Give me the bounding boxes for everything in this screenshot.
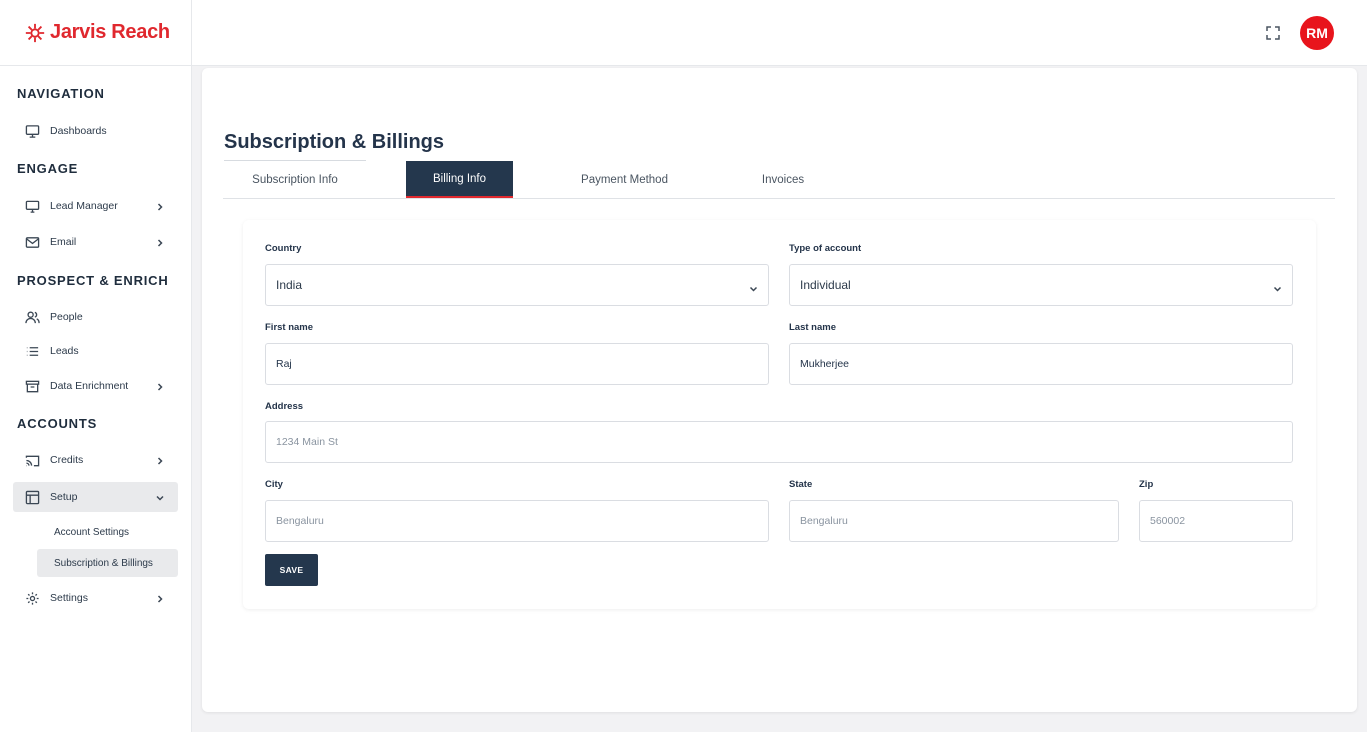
monitor-icon	[24, 123, 40, 139]
brand-name[interactable]: Jarvis Reach	[50, 21, 170, 44]
last-name-value: Mukherjee	[800, 358, 850, 370]
archive-icon	[24, 378, 40, 394]
users-icon	[24, 309, 40, 325]
sidebar-item-setup[interactable]: Setup	[13, 482, 178, 512]
first-name-value: Raj	[276, 358, 292, 370]
country-value: India	[276, 278, 303, 292]
first-name-field[interactable]: Raj	[265, 343, 769, 385]
topbar: RM	[192, 0, 1367, 66]
city-field[interactable]: Bengaluru	[265, 500, 769, 542]
sidebar-item-label: Leads	[50, 345, 79, 357]
state-label: State	[789, 479, 813, 490]
chevron-right-icon	[156, 594, 164, 603]
address-placeholder: 1234 Main St	[276, 436, 338, 448]
state-placeholder: Bengaluru	[800, 515, 848, 527]
sidebar-item-data-enrichment[interactable]: Data Enrichment	[13, 371, 178, 401]
section-title-engage: ENGAGE	[17, 161, 79, 176]
account-type-value: Individual	[800, 278, 851, 292]
sidebar-item-dashboards[interactable]: Dashboards	[13, 116, 178, 146]
section-title-navigation: NAVIGATION	[17, 86, 105, 101]
sidebar-subitem-account-settings[interactable]: Account Settings	[37, 518, 178, 546]
page-title: Subscription & Billings	[224, 131, 445, 153]
last-name-label: Last name	[789, 322, 836, 333]
sidebar-item-label: Credits	[50, 454, 84, 466]
section-title-prospect-enrich: PROSPECT & ENRICH	[17, 273, 169, 288]
account-type-label: Type of account	[789, 243, 862, 254]
first-name-label: First name	[265, 322, 314, 333]
brand-header: Jarvis Reach	[0, 0, 191, 66]
chevron-right-icon	[156, 238, 164, 247]
sidebar-item-label: Data Enrichment	[50, 380, 129, 392]
main-content: Subscription & Billings Subscription Inf…	[202, 68, 1357, 712]
account-type-select[interactable]: Individual	[789, 264, 1293, 306]
country-label: Country	[265, 243, 302, 254]
tab-payment-method[interactable]: Payment Method	[562, 161, 687, 198]
zip-field[interactable]: 560002	[1139, 500, 1293, 542]
chevron-down-icon	[1273, 281, 1282, 292]
sidebar-item-leads[interactable]: Leads	[13, 336, 178, 366]
sidebar-item-lead-manager[interactable]: Lead Manager	[13, 191, 178, 221]
zip-placeholder: 560002	[1150, 515, 1186, 527]
state-field[interactable]: Bengaluru	[789, 500, 1119, 542]
address-label: Address	[265, 401, 304, 412]
city-placeholder: Bengaluru	[276, 515, 324, 527]
city-label: City	[265, 479, 283, 490]
fullscreen-icon[interactable]	[1265, 25, 1281, 41]
gear-icon	[24, 590, 40, 606]
sidebar: Jarvis Reach NAVIGATION Dashboards ENGAG…	[0, 0, 192, 732]
chevron-right-icon	[156, 382, 164, 391]
tab-invoices[interactable]: Invoices	[742, 161, 824, 198]
tabs-divider	[223, 198, 1335, 199]
section-title-accounts: ACCOUNTS	[17, 416, 98, 431]
layout-icon	[24, 489, 40, 505]
chevron-right-icon	[156, 202, 164, 211]
sidebar-item-label: Setup	[50, 491, 78, 503]
sidebar-item-label: People	[50, 311, 83, 323]
chevron-right-icon	[156, 456, 164, 465]
cast-icon	[24, 452, 40, 468]
country-select[interactable]: India	[265, 264, 769, 306]
zip-label: Zip	[1139, 479, 1154, 490]
sidebar-item-email[interactable]: Email	[13, 227, 178, 257]
list-icon	[24, 343, 40, 359]
desktop-icon	[24, 198, 40, 214]
sidebar-item-label: Email	[50, 236, 77, 248]
sidebar-item-label: Dashboards	[50, 125, 107, 137]
tab-subscription-info[interactable]: Subscription Info	[224, 161, 366, 198]
chevron-down-icon	[749, 281, 758, 292]
sidebar-item-settings[interactable]: Settings	[13, 583, 178, 613]
sidebar-item-label: Settings	[50, 592, 88, 604]
sidebar-item-credits[interactable]: Credits	[13, 445, 178, 475]
billing-form: Country India Type of account Individual…	[243, 220, 1316, 609]
sidebar-item-label: Lead Manager	[50, 200, 118, 212]
chevron-down-icon	[156, 493, 164, 501]
sidebar-subitem-subscription-billings[interactable]: Subscription & Billings	[37, 549, 178, 577]
avatar[interactable]: RM	[1300, 16, 1334, 50]
save-button[interactable]: SAVE	[265, 554, 318, 586]
sidebar-item-people[interactable]: People	[13, 302, 178, 332]
last-name-field[interactable]: Mukherjee	[789, 343, 1293, 385]
mail-icon	[24, 234, 40, 250]
tab-billing-info[interactable]: Billing Info	[406, 161, 513, 198]
brand-logo-icon	[24, 22, 46, 44]
address-field[interactable]: 1234 Main St	[265, 421, 1293, 463]
